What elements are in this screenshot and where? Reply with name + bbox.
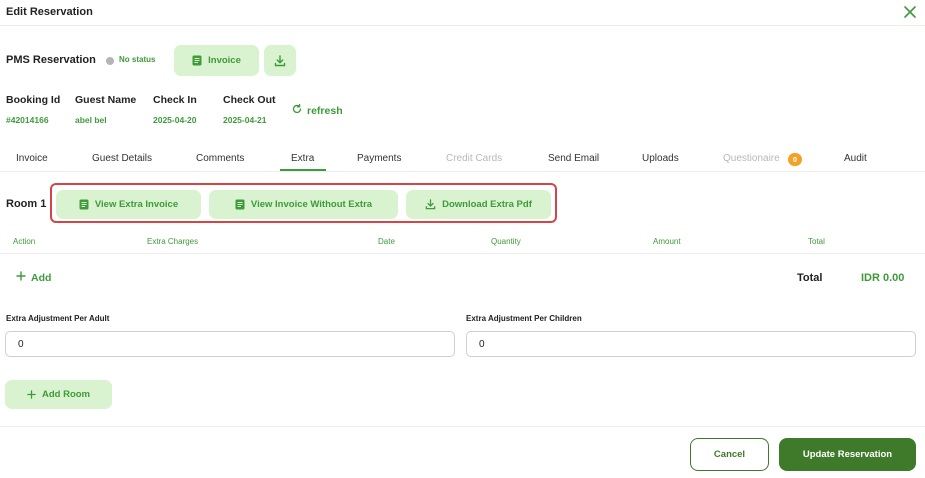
adjust-adult-label: Extra Adjustment Per Adult xyxy=(6,314,110,323)
check-in-label: Check In xyxy=(153,94,197,106)
tab-extra[interactable]: Extra xyxy=(291,153,314,164)
check-in-block: Check In 2025-04-20 xyxy=(153,94,197,125)
header-quantity: Quantity xyxy=(491,237,521,246)
header-date: Date xyxy=(378,237,395,246)
refresh-button[interactable]: refresh xyxy=(292,103,343,117)
header-action: Action xyxy=(13,237,36,246)
tab-uploads[interactable]: Uploads xyxy=(642,153,679,164)
booking-id-label: Booking Id xyxy=(6,94,61,106)
plus-icon xyxy=(27,390,36,399)
close-icon[interactable] xyxy=(902,4,918,20)
tab-guest-details[interactable]: Guest Details xyxy=(92,153,152,164)
add-room-button[interactable]: Add Room xyxy=(5,380,112,409)
invoice-label: Invoice xyxy=(208,55,241,66)
booking-id-value: #42014166 xyxy=(6,115,49,125)
tab-credit-cards[interactable]: Credit Cards xyxy=(446,153,502,164)
invoice-button[interactable]: Invoice xyxy=(174,45,259,76)
guest-name-label: Guest Name xyxy=(75,94,137,106)
total-label: Total xyxy=(797,272,823,284)
tab-invoice[interactable]: Invoice xyxy=(16,153,48,164)
tab-payments[interactable]: Payments xyxy=(357,153,401,164)
tab-questionaire[interactable]: Questionaire xyxy=(723,153,780,164)
refresh-icon xyxy=(292,103,302,117)
adjust-children-label: Extra Adjustment Per Children xyxy=(466,314,582,323)
footer-divider xyxy=(0,426,925,427)
tab-audit[interactable]: Audit xyxy=(844,153,867,164)
questionaire-badge: 0 xyxy=(788,153,802,166)
refresh-label: refresh xyxy=(307,104,343,117)
adjust-adult-input[interactable] xyxy=(5,331,455,357)
download-button[interactable] xyxy=(264,45,296,76)
total-value: IDR 0.00 xyxy=(861,272,905,284)
dialog-title: Edit Reservation xyxy=(6,6,93,18)
plus-icon xyxy=(16,271,26,284)
tabs-divider xyxy=(0,171,925,172)
table-header-divider xyxy=(0,253,925,254)
check-out-value: 2025-04-21 xyxy=(223,115,267,125)
room-label: Room 1 xyxy=(6,198,47,210)
add-label: Add xyxy=(31,271,52,284)
check-out-block: Check Out 2025-04-21 xyxy=(223,94,276,125)
status-dot-icon xyxy=(106,57,114,65)
reservation-title: PMS Reservation xyxy=(6,54,96,66)
guest-name-value: abel bel xyxy=(75,115,107,125)
document-icon xyxy=(192,55,202,66)
tab-comments[interactable]: Comments xyxy=(196,153,244,164)
add-button[interactable]: Add xyxy=(16,271,51,284)
header-total: Total xyxy=(808,237,825,246)
status-text: No status xyxy=(119,55,156,64)
header-extra-charges: Extra Charges xyxy=(147,237,199,246)
cancel-button[interactable]: Cancel xyxy=(690,438,769,471)
header-divider xyxy=(0,25,925,26)
header-amount: Amount xyxy=(653,237,681,246)
check-out-label: Check Out xyxy=(223,94,276,106)
add-room-label: Add Room xyxy=(41,389,91,400)
adjust-children-input[interactable] xyxy=(466,331,916,357)
highlight-box xyxy=(50,183,557,223)
booking-id-block: Booking Id #42014166 xyxy=(6,94,60,125)
update-reservation-button[interactable]: Update Reservation xyxy=(779,438,916,471)
guest-name-block: Guest Name abel bel xyxy=(75,94,136,125)
download-icon xyxy=(274,54,286,67)
check-in-value: 2025-04-20 xyxy=(153,115,197,125)
tab-send-email[interactable]: Send Email xyxy=(548,153,599,164)
